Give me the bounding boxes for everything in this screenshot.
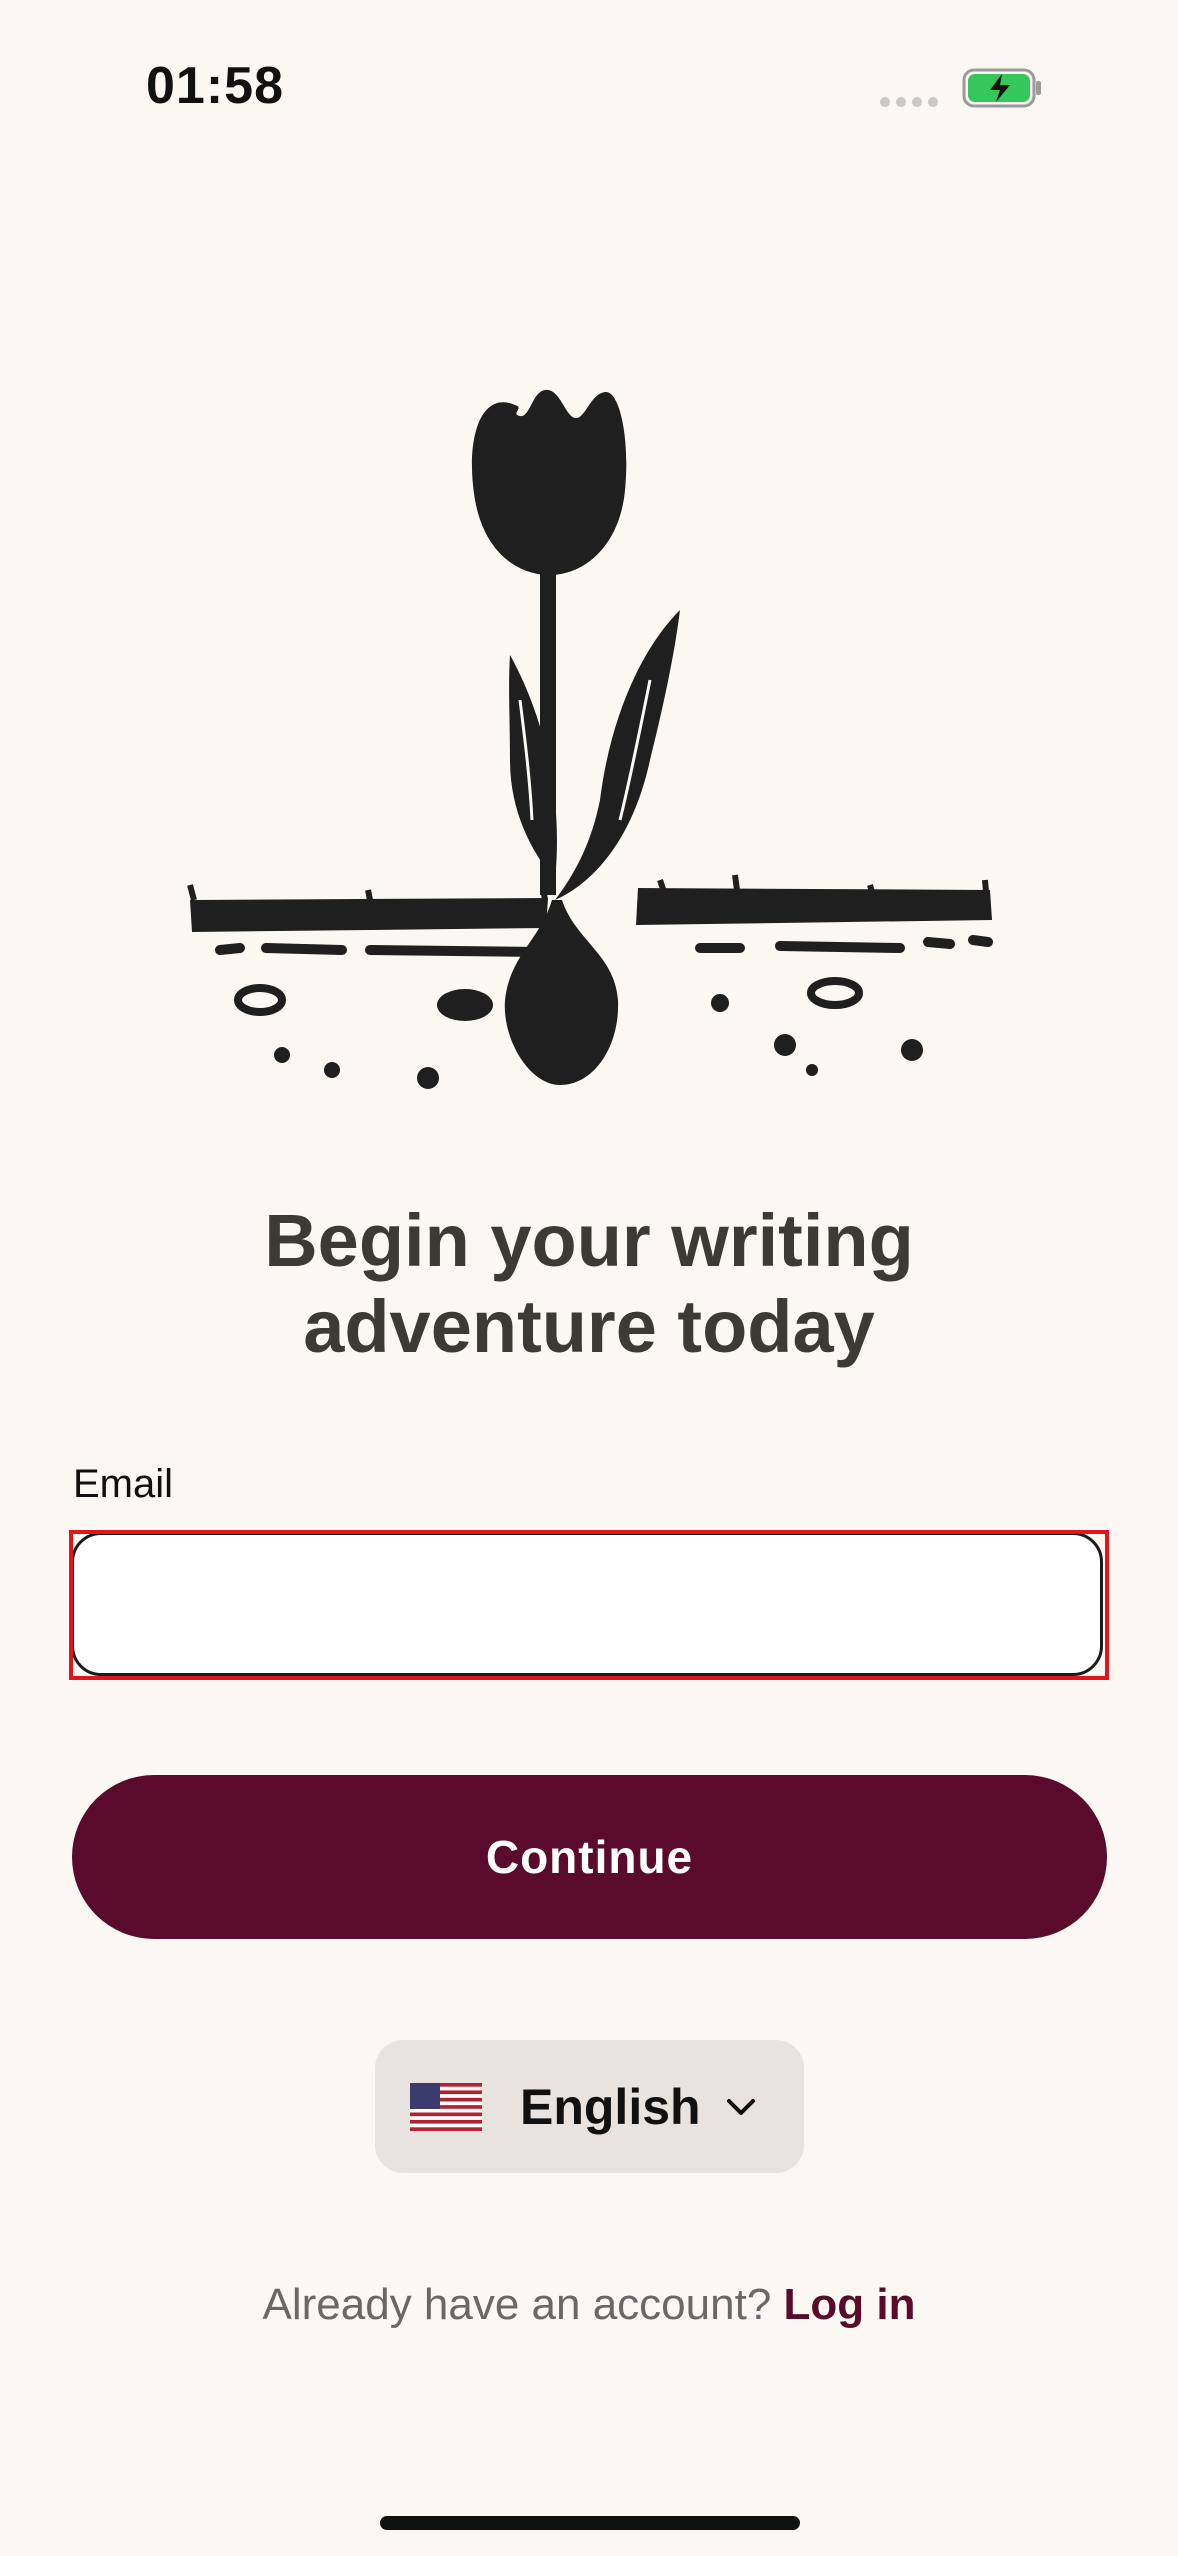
cellular-signal-icon [880,94,944,112]
status-bar: 01:58 [0,0,1178,160]
tulip-illustration [187,389,993,1089]
login-prompt-text: Already have an account? [262,2280,772,2329]
us-flag-icon [410,2082,482,2131]
page-title-line-2: adventure today [303,1285,875,1368]
chevron-down-icon [726,2098,755,2115]
language-selector[interactable]: English [375,2040,804,2173]
status-time: 01:58 [146,57,284,115]
page-title-line-1: Begin your writing [264,1199,914,1282]
language-label: English [520,2078,701,2135]
home-indicator[interactable] [380,2516,800,2530]
continue-button[interactable]: Continue [72,1775,1107,1939]
login-link[interactable]: Log in [784,2280,916,2329]
login-prompt: Already have an account? Log in [0,2280,1178,2330]
battery-charging-icon [962,68,1041,108]
page-title: Begin your writing adventure today [0,1198,1178,1370]
email-label: Email [73,1462,174,1506]
email-field[interactable] [71,1532,1103,1676]
